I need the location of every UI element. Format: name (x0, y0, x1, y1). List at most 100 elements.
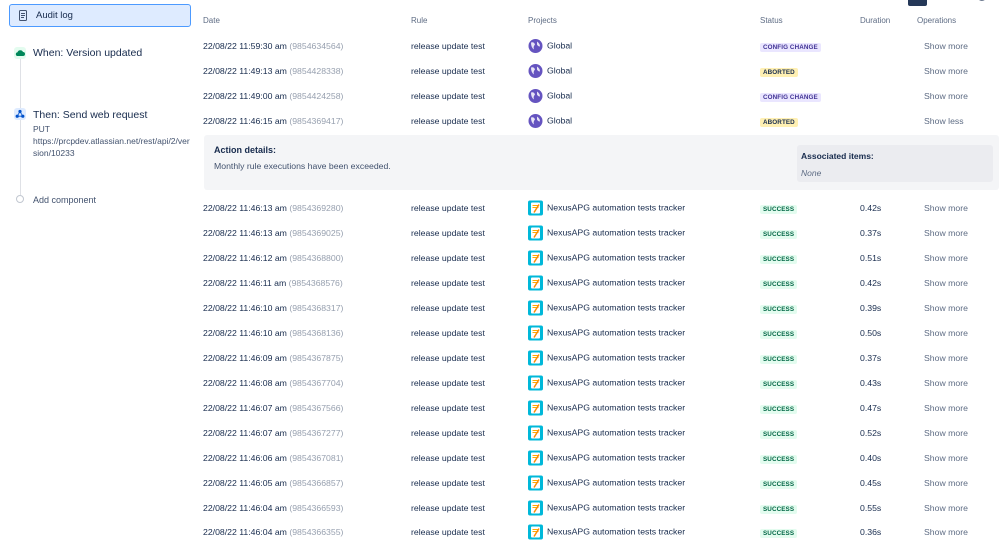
cell-project: NexusAPG automation tests tracker (528, 425, 685, 440)
execution-id: (9854428338) (289, 65, 344, 76)
cell-duration: 0.52s (860, 427, 882, 438)
show-more-link[interactable]: Show more (924, 66, 968, 76)
table-row: 22/08/22 11:46:07 am (9854367277) release… (200, 420, 999, 445)
cell-status: SUCCESS (760, 278, 798, 289)
top-action-button[interactable] (908, 0, 927, 6)
show-more-link[interactable]: Show more (924, 403, 968, 413)
cell-rule: release update test (411, 526, 485, 537)
project-icon (528, 225, 543, 240)
execution-id: (9854368800) (289, 252, 344, 263)
table-row: 22/08/22 11:59:30 am (9854634564) release… (200, 33, 999, 58)
show-more-link[interactable]: Show more (924, 253, 968, 263)
cell-duration: 0.43s (860, 377, 882, 388)
execution-id: (9854369280) (289, 202, 344, 213)
date-text: 22/08/22 11:46:11 am (203, 277, 287, 288)
project-icon (528, 300, 543, 315)
show-more-link[interactable]: Show more (924, 378, 968, 388)
cell-duration: 0.42s (860, 277, 882, 288)
cell-project: NexusAPG automation tests tracker (528, 500, 685, 515)
project-name: NexusAPG automation tests tracker (547, 526, 686, 537)
show-more-link[interactable]: Show more (924, 428, 968, 438)
show-more-link[interactable]: Show more (924, 303, 968, 313)
cell-date: 22/08/22 11:46:10 am (9854368136) (203, 328, 343, 338)
cell-duration: 0.39s (860, 302, 882, 313)
header-date: Date (203, 16, 220, 25)
cell-rule: release update test (411, 252, 485, 263)
project-icon (528, 325, 543, 340)
action-url: https://prcpdev.atlassian.net/rest/api/2… (33, 136, 190, 158)
execution-id: (9854366355) (289, 526, 344, 537)
cell-rule: release update test (411, 277, 485, 288)
action-webhook-icon (14, 108, 26, 120)
show-more-link[interactable]: Show more (924, 203, 968, 213)
header-status: Status (760, 16, 783, 25)
globe-icon (528, 88, 543, 103)
cell-rule: release update test (411, 427, 485, 438)
date-text: 22/08/22 11:46:13 am (203, 202, 287, 213)
show-more-link[interactable]: Show more (924, 228, 968, 238)
execution-id: (9854367277) (289, 427, 344, 438)
cell-duration: 0.37s (860, 352, 882, 363)
status-badge: SUCCESS (760, 354, 798, 364)
cell-date: 22/08/22 11:46:12 am (9854368800) (203, 253, 343, 263)
cell-rule: release update test (411, 402, 485, 413)
show-more-link[interactable]: Show more (924, 41, 968, 51)
show-more-link[interactable]: Show more (924, 91, 968, 101)
show-more-link[interactable]: Show more (924, 278, 968, 288)
cell-date: 22/08/22 11:46:09 am (9854367875) (203, 353, 343, 363)
rule-sidebar: Audit log When: Version updated Then: Se… (0, 0, 200, 541)
show-more-link[interactable]: Show more (924, 503, 968, 513)
project-name: NexusAPG automation tests tracker (547, 502, 686, 513)
cell-rule: release update test (411, 352, 485, 363)
add-component-link[interactable]: Add component (33, 195, 96, 205)
project-icon (528, 375, 543, 390)
cell-status: SUCCESS (760, 303, 798, 314)
cell-duration: 0.40s (860, 452, 882, 463)
date-text: 22/08/22 11:46:04 am (203, 526, 287, 537)
cell-date: 22/08/22 11:59:30 am (9854634564) (203, 41, 343, 51)
project-icon (528, 275, 543, 290)
show-more-link[interactable]: Show more (924, 478, 968, 488)
date-text: 22/08/22 11:46:07 am (203, 427, 287, 438)
cell-duration: 0.50s (860, 327, 882, 338)
refresh-icon[interactable] (974, 0, 990, 6)
audit-log-button[interactable]: Audit log (9, 4, 191, 27)
execution-id: (9854369417) (289, 115, 344, 126)
status-badge: SUCCESS (760, 204, 798, 214)
table-row: 22/08/22 11:46:09 am (9854367875) release… (200, 345, 999, 370)
project-icon (528, 350, 543, 365)
show-more-link[interactable]: Show more (924, 527, 968, 537)
table-row: 22/08/22 11:46:04 am (9854366355) release… (200, 519, 999, 541)
show-more-link[interactable]: Show less (924, 116, 964, 126)
date-text: 22/08/22 11:46:04 am (203, 502, 287, 513)
cell-date: 22/08/22 11:46:05 am (9854366857) (203, 478, 343, 488)
trigger-title[interactable]: When: Version updated (33, 47, 142, 59)
execution-id: (9854424258) (289, 90, 344, 101)
document-icon (18, 10, 28, 21)
header-projects: Projects (528, 16, 557, 25)
cell-project: NexusAPG automation tests tracker (528, 350, 685, 365)
project-name: NexusAPG automation tests tracker (547, 302, 686, 313)
cell-date: 22/08/22 11:46:04 am (9854366593) (203, 503, 343, 513)
globe-icon (528, 63, 543, 78)
cell-project: Global (528, 113, 572, 128)
date-text: 22/08/22 11:46:08 am (203, 377, 287, 388)
status-badge: CONFIG CHANGE (760, 42, 821, 52)
header-duration: Duration (860, 16, 891, 25)
project-name: NexusAPG automation tests tracker (547, 452, 686, 463)
project-name: NexusAPG automation tests tracker (547, 277, 686, 288)
show-more-link[interactable]: Show more (924, 353, 968, 363)
cell-rule: release update test (411, 302, 485, 313)
cell-rule: release update test (411, 477, 485, 488)
flow-connector (20, 120, 21, 195)
cell-project: NexusAPG automation tests tracker (528, 325, 685, 340)
status-badge: ABORTED (760, 117, 798, 127)
cell-date: 22/08/22 11:49:13 am (9854428338) (203, 66, 343, 76)
execution-id: (9854368136) (289, 327, 344, 338)
cell-date: 22/08/22 11:49:00 am (9854424258) (203, 91, 343, 101)
cell-project: NexusAPG automation tests tracker (528, 375, 685, 390)
action-title[interactable]: Then: Send web request (33, 109, 147, 121)
project-icon (528, 250, 543, 265)
show-more-link[interactable]: Show more (924, 453, 968, 463)
show-more-link[interactable]: Show more (924, 328, 968, 338)
